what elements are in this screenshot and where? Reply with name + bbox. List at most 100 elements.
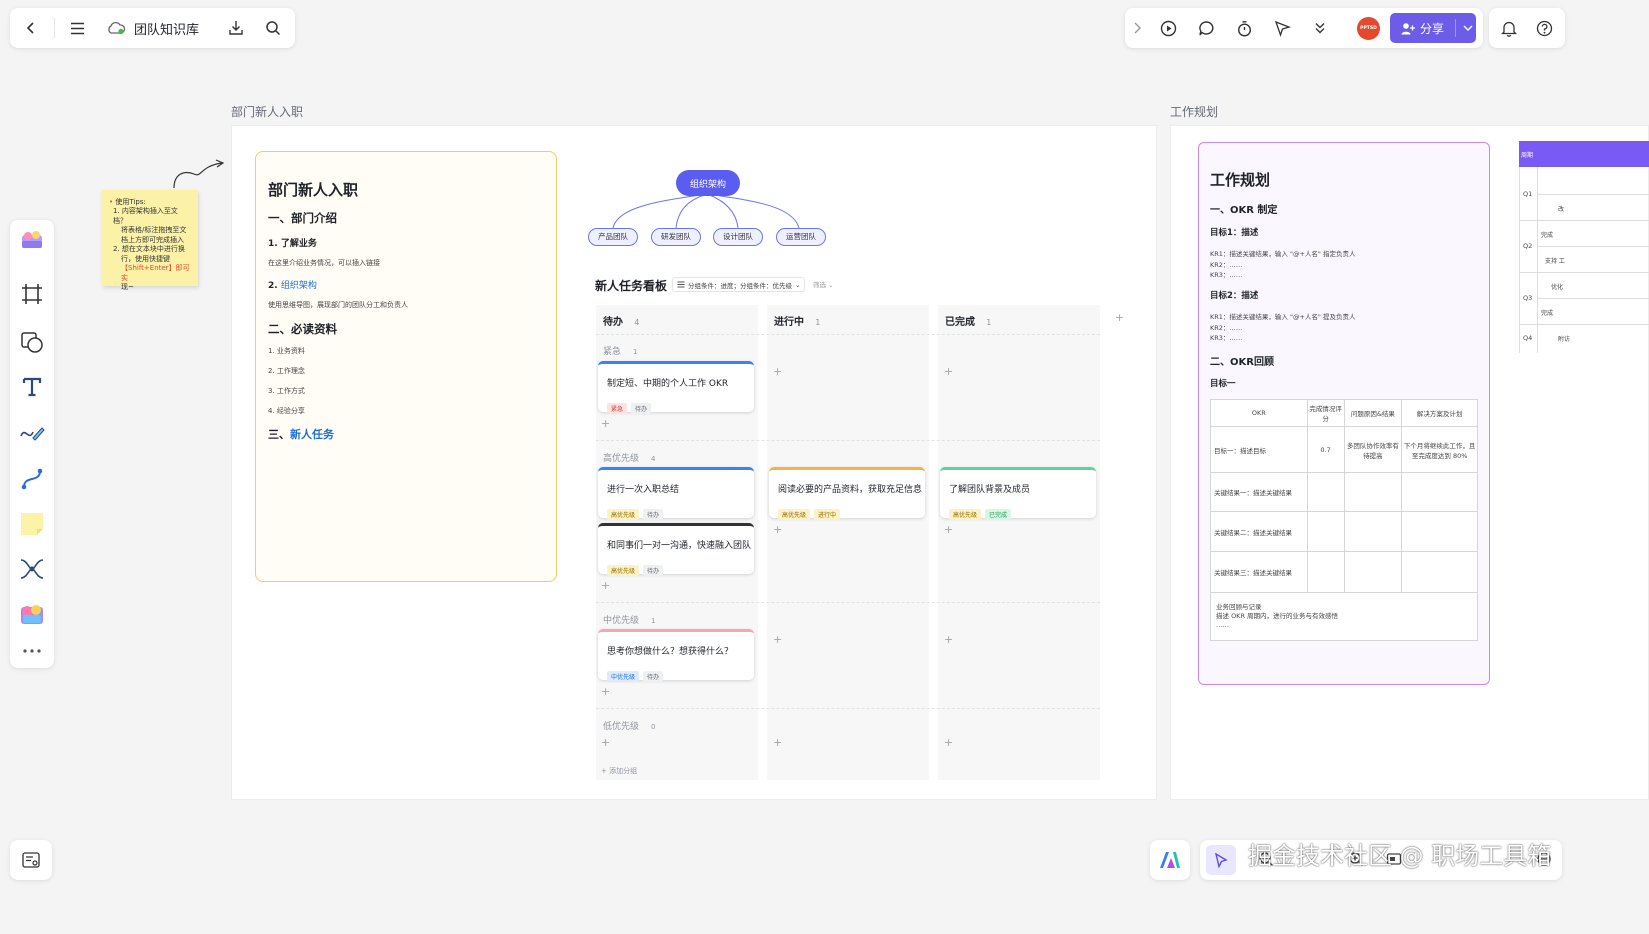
help-button[interactable] — [1527, 11, 1561, 45]
quarter-table[interactable]: 周期 Q1 Q2 Q3 Q4 改 完成 支持 工 优化 完成 附访 — [1519, 141, 1649, 353]
status-tag: 待办 — [643, 565, 664, 576]
add-card-button[interactable]: + — [773, 523, 782, 536]
doc-section-1: 一、部门介绍 — [268, 211, 337, 225]
table-header: 问题原因&结果 — [1343, 399, 1403, 427]
okr-review-table[interactable]: OKR 完成情况评分 问题原因&结果 解决方案及计划 目标一：描述目标 0.7 … — [1210, 399, 1478, 641]
outline-button[interactable] — [10, 840, 52, 880]
group-count: 0 — [651, 723, 656, 731]
menu-button[interactable] — [60, 11, 94, 45]
add-card-button[interactable]: + — [944, 633, 953, 646]
select-tool[interactable] — [1206, 845, 1236, 875]
ai-logo-icon — [1160, 852, 1180, 868]
comment-button[interactable] — [1189, 11, 1223, 45]
back-button[interactable] — [14, 11, 48, 45]
quarter-label: Q4 — [1523, 334, 1533, 342]
add-card-button[interactable]: + — [601, 417, 610, 430]
add-card-button[interactable]: + — [944, 736, 953, 749]
add-card-button[interactable]: + — [773, 365, 782, 378]
column-header[interactable]: 已完成 1 — [945, 313, 991, 328]
frame-label-right[interactable]: 工作规划 — [1170, 103, 1218, 120]
more-tools-button[interactable] — [1303, 11, 1337, 45]
template-tool[interactable] — [19, 227, 45, 253]
cursor-flag-icon — [1274, 20, 1291, 37]
task-card[interactable]: 进行一次入职总结 高优先级 待办 — [598, 467, 754, 520]
task-card[interactable]: 阅读必要的产品资料，获取充足信息 高优先级 进行中 — [769, 467, 925, 520]
column-header[interactable]: 待办 4 — [603, 313, 639, 328]
sticker-tool[interactable] — [18, 602, 46, 628]
group-label[interactable]: 中优先级 1 — [603, 613, 655, 626]
frame-label-left[interactable]: 部门新人入职 — [231, 103, 303, 120]
chevron-down-icon: ⌄ — [795, 280, 801, 289]
status-tag: 待办 — [631, 403, 652, 414]
table-cell: 关键结果三：描述关键结果 — [1210, 551, 1308, 593]
collapse-button[interactable] — [1125, 11, 1149, 45]
add-card-button[interactable]: + — [601, 736, 610, 749]
group-label[interactable]: 低优先级 0 — [603, 719, 655, 732]
pointer-icon — [1215, 852, 1228, 868]
kanban-filter[interactable]: 分组条件：进度；分组条件：优先级 ⌄ — [672, 277, 806, 292]
timer-button[interactable] — [1227, 11, 1261, 45]
mindmap-node[interactable]: 研发团队 — [651, 228, 701, 246]
pen-tool[interactable] — [19, 420, 45, 444]
sticky-note-tool[interactable] — [18, 510, 46, 538]
ai-assistant-button[interactable] — [1150, 840, 1190, 880]
follow-button[interactable] — [1265, 11, 1299, 45]
add-card-button[interactable]: + — [601, 685, 610, 698]
doc-section-2: 二、必读资料 — [268, 322, 337, 336]
task-title: 了解团队背景及成员 — [949, 485, 1031, 495]
present-button[interactable] — [1151, 11, 1185, 45]
add-card-button[interactable]: + — [773, 633, 782, 646]
doc-list-item: 3. 工作方式 — [268, 387, 305, 395]
notification-button[interactable] — [1492, 11, 1526, 45]
group-label[interactable]: 高优先级 4 — [603, 451, 655, 464]
new-task-link[interactable]: 新人任务 — [290, 428, 334, 441]
tips-sticky-note[interactable]: • 使用Tips: 1. 内容架构插入至文档？ 将表格/标注拖拽至文 档上方即可… — [102, 190, 198, 291]
share-button[interactable]: 分享 — [1390, 13, 1476, 43]
share-label: 分享 — [1420, 21, 1445, 36]
kanban-filter-button[interactable]: 筛选 ⌄ — [813, 279, 834, 289]
mindmap-node[interactable]: 设计团队 — [713, 228, 763, 246]
okr-doc-card[interactable]: 工作规划 一、OKR 制定 目标1：描述 KR1：描述关键结果，输入 "@+人名… — [1198, 142, 1490, 685]
download-button[interactable] — [219, 11, 253, 45]
avatar[interactable]: PPTSD — [1357, 17, 1380, 40]
add-group-button[interactable]: + 添加分组 — [601, 766, 637, 776]
doc-subsection-link[interactable]: 2. 组织架构 — [268, 278, 317, 291]
onboarding-doc-card[interactable]: 部门新人入职 一、部门介绍 1. 了解业务 在这里介绍业务情况，可以插入链接 2… — [255, 151, 557, 582]
shape-tool[interactable] — [20, 330, 44, 354]
task-card[interactable]: 思考你想做什么？想获得什么？ 中优先级 待办 — [598, 629, 754, 682]
task-title: 和同事们一对一沟通，快速融入团队 — [607, 541, 752, 551]
outline-icon — [22, 852, 40, 868]
add-card-button[interactable]: + — [944, 365, 953, 378]
divider — [1537, 298, 1649, 299]
divider — [1519, 272, 1649, 273]
search-button[interactable] — [256, 11, 290, 45]
mindmap-root[interactable]: 组织架构 — [676, 170, 740, 196]
table-header: 解决方案及计划 — [1401, 399, 1478, 427]
org-chart-link[interactable]: 组织架构 — [281, 281, 317, 291]
task-card[interactable]: 了解团队背景及成员 高优先级 已完成 — [940, 467, 1096, 520]
connector-tool[interactable] — [20, 467, 44, 491]
frame-tool[interactable] — [20, 282, 44, 306]
add-card-button[interactable]: + — [944, 523, 953, 536]
group-label[interactable]: 紧急 1 — [603, 344, 637, 357]
mindmap-tool[interactable] — [19, 557, 45, 581]
mindmap-node[interactable]: 运营团队 — [776, 228, 826, 246]
add-card-button[interactable]: + — [773, 736, 782, 749]
more-tools[interactable] — [22, 648, 42, 654]
doc-section-3[interactable]: 三、新人任务 — [268, 426, 334, 442]
chevron-down-icon — [1463, 25, 1473, 31]
column-header[interactable]: 进行中 1 — [774, 313, 820, 328]
frame-icon — [22, 284, 42, 304]
priority-tag: 高优先级 — [607, 565, 640, 576]
add-column-button[interactable]: + — [1115, 311, 1124, 324]
doc-list-item: 1. 业务资料 — [268, 347, 305, 355]
mindmap-node[interactable]: 产品团队 — [588, 228, 638, 246]
group-count: 4 — [651, 455, 656, 463]
text-tool[interactable] — [20, 375, 44, 399]
add-card-button[interactable]: + — [601, 579, 610, 592]
doc-list-item: 4. 经验分享 — [268, 407, 305, 415]
task-card[interactable]: 和同事们一对一沟通，快速融入团队 高优先级 待办 — [598, 523, 754, 576]
task-card[interactable]: 制定短、中期的个人工作 OKR 紧急 待办 — [598, 361, 754, 414]
table-cell — [1343, 472, 1403, 512]
workspace-title[interactable]: 团队知识库 — [106, 18, 199, 38]
